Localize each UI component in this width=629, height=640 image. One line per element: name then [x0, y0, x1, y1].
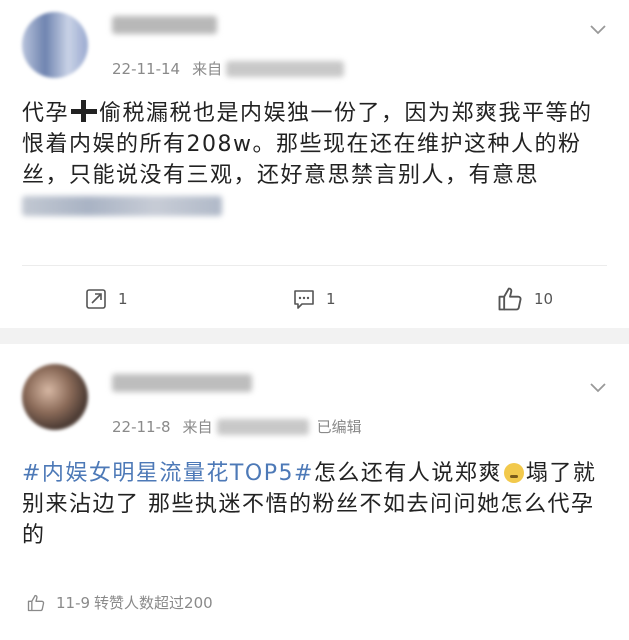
username-redacted[interactable] [112, 16, 217, 34]
source-redacted [226, 60, 345, 77]
repost-button[interactable]: 1 [84, 282, 128, 316]
avatar[interactable] [22, 364, 88, 430]
post-card: 22-11-8 来自 已编辑 #内娱女明星流量花TOP5#怎么还有人说郑爽 塌了就… [0, 344, 629, 640]
post-separator [0, 328, 629, 344]
post-text-part: 怎么还有人说郑爽 [313, 461, 502, 486]
avatar[interactable] [22, 12, 88, 78]
post-text: 代孕 偷税漏税也是内娱独一份了，因为郑爽我平等的恨着内娱的所有208w。那些现在还… [22, 98, 609, 222]
footer-text: 转赞人数超过200 [94, 594, 213, 612]
repost-icon [86, 289, 106, 309]
post-text: #内娱女明星流量花TOP5#怎么还有人说郑爽 塌了就别来沾边了 那些执迷不悟的粉丝… [22, 458, 609, 551]
post-meta: 22-11-14 来自 [112, 58, 345, 79]
divider [22, 265, 607, 266]
chevron-down-icon[interactable] [589, 20, 607, 38]
post-text-part: 代孕 [22, 101, 70, 126]
thumbs-up-icon[interactable] [26, 593, 46, 613]
source-label: 来自 [192, 60, 223, 78]
cross-symbol-icon [71, 100, 98, 122]
post-meta: 22-11-8 来自 已编辑 [112, 416, 362, 437]
repost-count: 1 [118, 290, 128, 308]
post-text-part: 偷税漏税也是内娱独一份了，因为郑爽我平等的恨着内娱的所有208w。那些现在还在维… [22, 101, 593, 188]
action-bar: 1 1 10 [0, 282, 629, 316]
username-redacted[interactable] [112, 374, 252, 392]
text-redacted [22, 196, 222, 216]
sleepy-face-emoji-icon [503, 463, 524, 483]
thumbs-up-icon [498, 287, 522, 311]
comment-button[interactable]: 1 [292, 282, 336, 316]
comment-icon [294, 290, 314, 309]
source-label: 来自 [182, 418, 213, 436]
chevron-down-icon[interactable] [589, 378, 607, 396]
edited-label: 已编辑 [316, 418, 362, 436]
source-redacted [216, 418, 309, 435]
post-date: 22-11-14 [112, 59, 181, 78]
like-count: 10 [534, 290, 554, 308]
like-button[interactable]: 10 [496, 282, 553, 316]
footer-date: 11-9 [56, 593, 91, 612]
comment-count: 1 [326, 290, 336, 308]
hashtag-link[interactable]: #内娱女明星流量花TOP5# [22, 461, 314, 486]
post-footer: 11-9 转赞人数超过200 [26, 592, 213, 613]
post-card: 22-11-14 来自 代孕 偷税漏税也是内娱独一份了，因为郑爽我平等的恨着内娱的… [0, 0, 629, 328]
post-date: 22-11-8 [112, 417, 171, 436]
